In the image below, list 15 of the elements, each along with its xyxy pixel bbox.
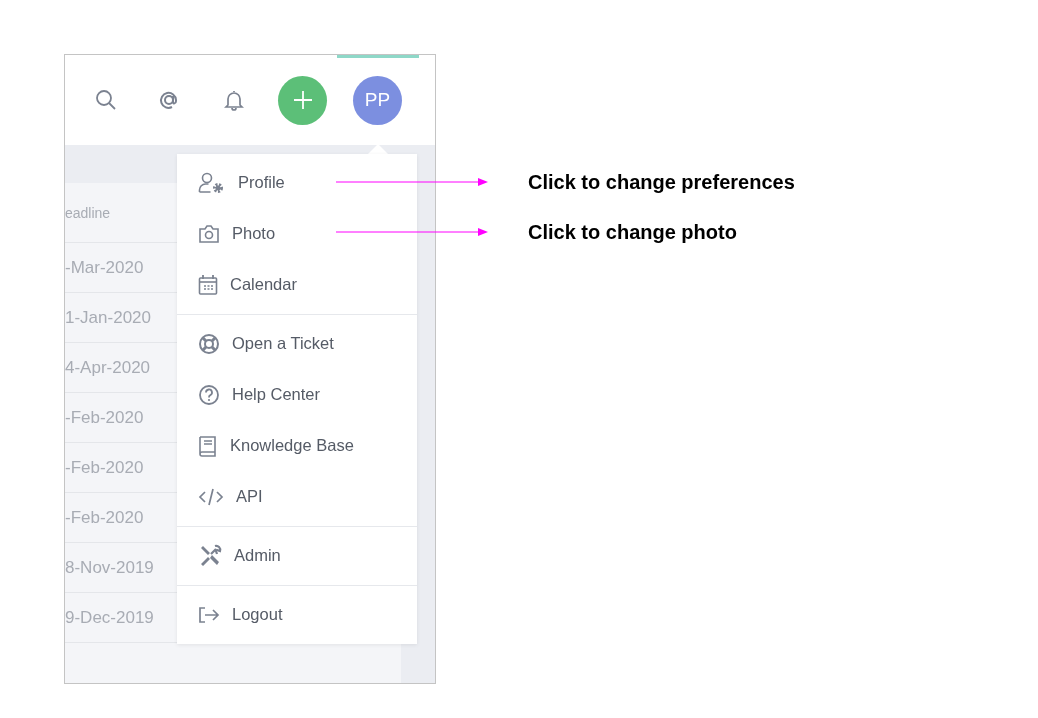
- mention-icon[interactable]: [158, 89, 180, 111]
- search-icon[interactable]: [95, 89, 117, 111]
- add-button[interactable]: [278, 75, 327, 125]
- help-icon: [198, 383, 220, 406]
- camera-icon: [198, 223, 220, 244]
- plus-icon: [292, 90, 313, 110]
- calendar-icon: [198, 273, 218, 296]
- logout-icon: [198, 605, 220, 624]
- code-icon: [198, 486, 224, 507]
- lifebuoy-icon: [198, 332, 220, 355]
- book-icon: [198, 434, 218, 457]
- annotation-text: Click to change photo: [528, 220, 737, 244]
- annotation-text: Click to change preferences: [528, 170, 795, 194]
- bell-icon[interactable]: [224, 89, 244, 111]
- user-gear-icon: [198, 171, 226, 194]
